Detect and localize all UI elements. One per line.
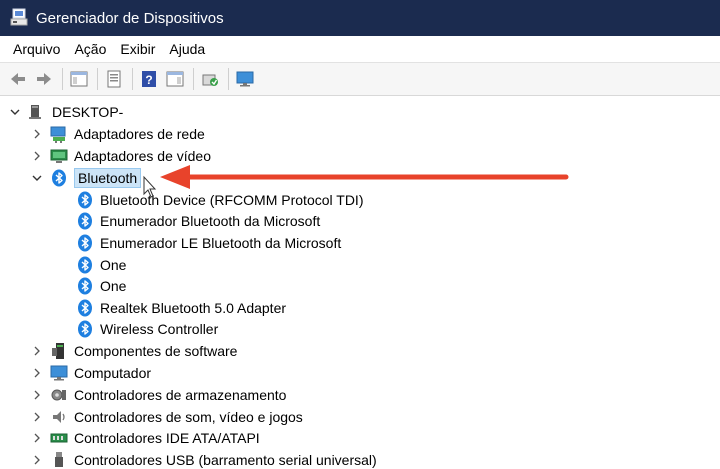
window-title: Gerenciador de Dispositivos (36, 9, 224, 27)
console-tree-icon (70, 71, 88, 87)
toolbar-separator (228, 68, 229, 90)
device-label: One (100, 257, 127, 273)
bluetooth-icon (76, 320, 94, 338)
bluetooth-icon (76, 277, 94, 295)
display-adapter-icon (50, 147, 68, 165)
category-label: Adaptadores de vídeo (74, 148, 211, 164)
device-label: One (100, 278, 127, 294)
chevron-right-icon[interactable] (30, 453, 44, 467)
menu-arquivo[interactable]: Arquivo (6, 41, 67, 57)
svg-text:?: ? (145, 73, 152, 87)
arrow-right-icon (37, 73, 51, 85)
scan-hardware-icon (202, 74, 218, 86)
category-label: Adaptadores de rede (74, 126, 205, 142)
device-manager-icon (10, 8, 28, 28)
speaker-icon (50, 408, 68, 426)
arrow-left-icon (11, 73, 25, 85)
device-label: Enumerador Bluetooth da Microsoft (100, 213, 321, 229)
tree-device-item[interactable]: One (76, 254, 126, 276)
monitor-button[interactable] (233, 67, 257, 91)
toolbar-separator (97, 68, 98, 90)
menu-ajuda[interactable]: Ajuda (162, 41, 212, 57)
ide-controller-icon (50, 429, 68, 447)
category-label-selected: Bluetooth (74, 168, 142, 188)
menu-acao[interactable]: Ação (67, 41, 113, 57)
tree-device-item[interactable]: Realtek Bluetooth 5.0 Adapter (76, 297, 286, 319)
tree-device-item[interactable]: Wireless Controller (76, 318, 218, 340)
monitor-icon (236, 71, 254, 87)
show-hide-console-tree-button[interactable] (67, 67, 91, 91)
chevron-right-icon[interactable] (30, 410, 44, 424)
chevron-right-icon[interactable] (30, 149, 44, 163)
tree-category-computer[interactable]: Computador (30, 362, 151, 384)
computer-icon (28, 103, 46, 121)
tree-category-usb-controllers[interactable]: Controladores USB (barramento serial uni… (30, 449, 377, 469)
toolbar-separator (193, 68, 194, 90)
toolbar-separator (132, 68, 133, 90)
root-label: DESKTOP- (52, 104, 124, 120)
title-bar: Gerenciador de Dispositivos (0, 0, 720, 36)
help-icon: ? (142, 71, 156, 87)
category-label: Computador (74, 365, 152, 381)
tree-category-display-adapters[interactable]: Adaptadores de vídeo (30, 145, 211, 167)
tree-category-software-components[interactable]: Componentes de software (30, 340, 237, 362)
network-adapter-icon (50, 125, 68, 143)
device-label: Enumerador LE Bluetooth da Microsoft (100, 235, 342, 251)
software-component-icon (50, 342, 68, 360)
tree-root[interactable]: DESKTOP- (8, 101, 123, 123)
bluetooth-icon (76, 299, 94, 317)
bluetooth-icon (76, 234, 94, 252)
tree-category-bluetooth[interactable]: Bluetooth (30, 167, 142, 189)
chevron-right-icon[interactable] (30, 127, 44, 141)
bluetooth-icon (76, 256, 94, 274)
tree-device-item[interactable]: Enumerador LE Bluetooth da Microsoft (76, 232, 341, 254)
tree-category-network-adapters[interactable]: Adaptadores de rede (30, 123, 205, 145)
properties-button[interactable] (102, 67, 126, 91)
category-label: Controladores USB (barramento serial uni… (74, 452, 377, 468)
chevron-right-icon[interactable] (30, 366, 44, 380)
help-button[interactable]: ? (137, 67, 161, 91)
toolbar: ? (0, 62, 720, 96)
device-label: Wireless Controller (100, 321, 219, 337)
action-pane-icon (166, 71, 184, 87)
properties-icon (107, 70, 121, 88)
category-label: Controladores de som, vídeo e jogos (74, 409, 303, 425)
bluetooth-icon (76, 212, 94, 230)
menu-exibir[interactable]: Exibir (113, 41, 162, 57)
tree-device-item[interactable]: Enumerador Bluetooth da Microsoft (76, 210, 320, 232)
toolbar-separator (62, 68, 63, 90)
tree-category-ide-controllers[interactable]: Controladores IDE ATA/ATAPI (30, 427, 260, 449)
action-pane-button[interactable] (163, 67, 187, 91)
bluetooth-icon (50, 169, 68, 187)
forward-button[interactable] (32, 67, 56, 91)
usb-icon (50, 451, 68, 469)
back-button[interactable] (6, 67, 30, 91)
device-tree: DESKTOP- Adaptadores de rede Adaptadores… (0, 100, 720, 469)
category-label: Controladores de armazenamento (74, 387, 287, 403)
category-label: Componentes de software (74, 343, 238, 359)
category-label: Controladores IDE ATA/ATAPI (74, 430, 260, 446)
device-label: Bluetooth Device (RFCOMM Protocol TDI) (100, 192, 364, 208)
chevron-down-icon[interactable] (30, 171, 44, 185)
chevron-right-icon[interactable] (30, 431, 44, 445)
chevron-right-icon[interactable] (30, 388, 44, 402)
computer-icon (50, 364, 68, 382)
tree-device-item[interactable]: Bluetooth Device (RFCOMM Protocol TDI) (76, 189, 363, 211)
bluetooth-icon (76, 191, 94, 209)
scan-hardware-button[interactable] (198, 67, 222, 91)
chevron-right-icon[interactable] (30, 344, 44, 358)
menu-bar: Arquivo Ação Exibir Ajuda (0, 36, 720, 62)
tree-category-sound-controllers[interactable]: Controladores de som, vídeo e jogos (30, 406, 303, 428)
chevron-down-icon[interactable] (8, 105, 22, 119)
tree-category-storage-controllers[interactable]: Controladores de armazenamento (30, 384, 286, 406)
storage-controller-icon (50, 386, 68, 404)
device-label: Realtek Bluetooth 5.0 Adapter (100, 300, 287, 316)
tree-device-item[interactable]: One (76, 275, 126, 297)
